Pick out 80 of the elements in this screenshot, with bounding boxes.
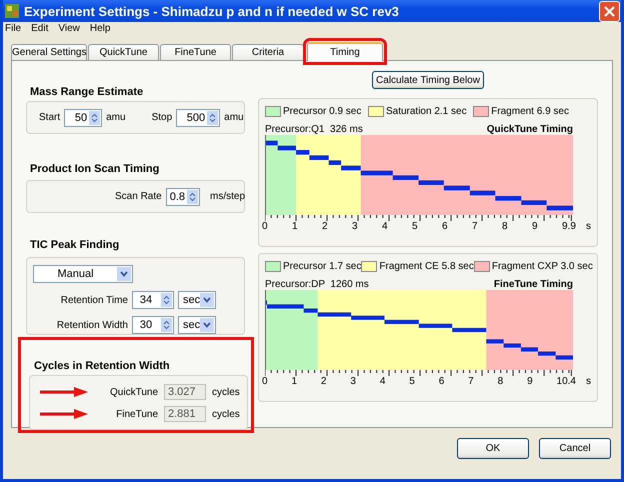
unit-label: amu: [224, 112, 244, 123]
unit-dropdown[interactable]: sec: [178, 291, 216, 309]
axis-tick-label: 2: [322, 221, 328, 232]
unit-label: ms/step: [210, 191, 246, 202]
unit-label: amu: [106, 112, 126, 123]
field-label: Scan Rate: [115, 191, 162, 202]
number-field[interactable]: 500: [176, 108, 220, 126]
chart-subtitle: Precursor:DP 1260 ms: [265, 279, 369, 290]
dialog-button[interactable]: Cancel: [539, 438, 611, 459]
spinner-icon: [89, 110, 100, 124]
legend-label: Fragment 6.9 sec: [491, 106, 569, 116]
mode-dropdown[interactable]: Manual: [33, 265, 133, 283]
axis-tick-label: 9: [527, 376, 533, 387]
axis-tick-label: 10.4: [556, 376, 576, 387]
menu-item[interactable]: Help: [90, 23, 110, 37]
field-label: Retention Width: [56, 320, 128, 330]
dialog-button[interactable]: OK: [457, 438, 529, 459]
axis-tick-label: 2: [320, 376, 326, 387]
menu-item[interactable]: Edit: [31, 23, 48, 37]
number-field[interactable]: 0.8: [166, 188, 200, 206]
spinner-icon: [161, 293, 172, 307]
close-button[interactable]: [599, 0, 620, 22]
unit-dropdown[interactable]: sec: [178, 316, 216, 334]
field-label: FineTune: [115, 408, 158, 420]
legend-label: Fragment CE 5.8 sec: [379, 260, 474, 272]
axis-tick-label: 3: [352, 221, 358, 232]
legend-label: Fragment CXP 3.0 sec: [492, 260, 593, 272]
axis-tick-label: 4: [380, 376, 386, 387]
section-heading: Mass Range Estimate: [29, 86, 144, 98]
axis-tick-label: 7: [468, 376, 474, 387]
field-label: QuickTune: [109, 386, 158, 398]
readonly-field: 3.027: [164, 384, 206, 400]
axis-tick-label: 0: [262, 221, 268, 232]
axis-tick-label: 8: [502, 221, 508, 232]
axis-tick-label: 9: [532, 221, 538, 232]
legend-label: Saturation 2.1 sec: [386, 106, 467, 116]
close-icon: [604, 6, 615, 16]
legend-label: Precursor 0.9 sec: [283, 106, 362, 116]
tab[interactable]: FineTune: [160, 44, 231, 60]
number-field[interactable]: 50: [64, 108, 102, 126]
section-heading: Cycles in Retention Width: [33, 360, 171, 372]
number-field[interactable]: 34: [132, 291, 174, 309]
chart-title: FineTune Timing: [494, 279, 573, 290]
readonly-field: 2.881: [164, 406, 206, 422]
chart-title: QuickTune Timing: [486, 124, 573, 135]
axis-unit-label: s: [586, 221, 591, 232]
menu-item[interactable]: File: [5, 23, 22, 37]
window-title: Experiment Settings - Shimadzu p and n if needed w SC rev3: [24, 4, 400, 18]
field-label: Start: [39, 112, 60, 123]
section-heading: TIC Peak Finding: [29, 239, 120, 251]
axis-tick-label: 9.9: [562, 221, 576, 232]
menu-item[interactable]: View: [58, 23, 80, 37]
axis-tick-label: 5: [412, 221, 418, 232]
axis-tick-label: 4: [382, 221, 388, 232]
app-icon: [4, 3, 20, 19]
axis-tick-label: 3: [350, 376, 356, 387]
field-label: Retention Time: [60, 294, 128, 306]
section-heading: Product Ion Scan Timing: [29, 163, 160, 175]
number-field[interactable]: 30: [132, 316, 174, 334]
axis-tick-label: 8: [498, 376, 504, 387]
tab[interactable]: Criteria: [232, 44, 304, 60]
unit-label: cycles: [212, 386, 240, 398]
spinner-icon: [187, 190, 198, 204]
calculate-button[interactable]: Calculate Timing Below: [372, 71, 484, 89]
tab[interactable]: QuickTune: [88, 44, 159, 60]
axis-tick-label: 0: [262, 376, 268, 387]
axis-tick-label: 1: [291, 376, 298, 387]
axis-unit-label: s: [586, 376, 591, 387]
spinner-icon: [207, 110, 218, 124]
axis-tick-label: 5: [409, 376, 415, 387]
spinner-icon: [161, 318, 172, 332]
chart-subtitle: Precursor:Q1 326 ms: [265, 124, 363, 135]
axis-tick-label: 7: [472, 221, 478, 232]
field-label: Stop: [152, 112, 172, 123]
unit-label: cycles: [212, 408, 240, 420]
axis-tick-label: 6: [442, 221, 448, 232]
axis-tick-label: 6: [438, 376, 444, 387]
legend-label: Precursor 1.7 sec: [283, 260, 362, 272]
axis-tick-label: 1: [292, 221, 298, 232]
tab[interactable]: General Settings: [11, 44, 87, 60]
